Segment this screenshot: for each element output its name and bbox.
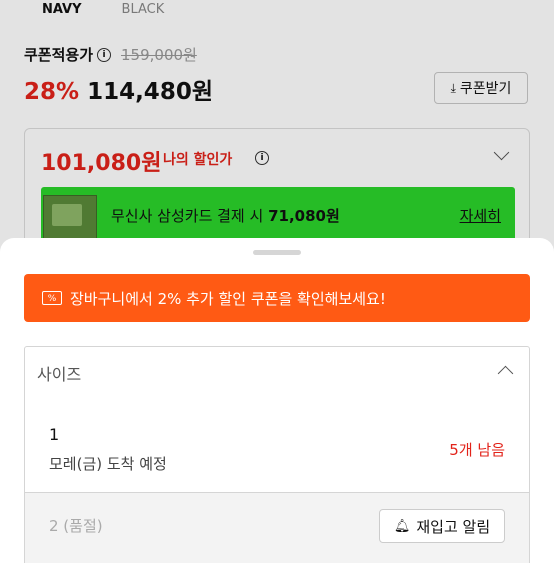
cart-coupon-banner[interactable]: % 장바구니에서 2% 추가 할인 쿠폰을 확인해보세요! — [24, 274, 530, 322]
size-option-1[interactable]: 1 모레(금) 도착 예정 5개 남음 — [24, 395, 530, 493]
color-tab-navy[interactable]: NAVY — [42, 2, 82, 17]
delivery-estimate: 모레(금) 도착 예정 — [49, 455, 167, 473]
option-bottom-sheet: % 장바구니에서 2% 추가 할인 쿠폰을 확인해보세요! 사이즈 1 모레(금… — [0, 238, 554, 563]
price-row: 28% 114,480원 — [24, 72, 213, 106]
stock-remaining: 5개 남음 — [449, 441, 505, 459]
card-benefit-text: 무신사 삼성카드 결제 시 71,080원 — [111, 205, 340, 226]
info-icon[interactable]: i — [97, 47, 112, 62]
size-option-name: 1 — [49, 425, 60, 444]
cart-coupon-text: 장바구니에서 2% 추가 할인 쿠폰을 확인해보세요! — [70, 289, 386, 308]
size-option-2: 2 (품절) 🔔︎ 재입고 알림 — [24, 493, 530, 563]
card-benefit-prefix: 무신사 삼성카드 결제 시 — [111, 207, 264, 225]
info-icon[interactable]: i — [255, 151, 269, 165]
original-price: 159,000원 — [121, 46, 197, 64]
restock-alert-label: 재입고 알림 — [416, 517, 491, 536]
restock-alert-button[interactable]: 🔔︎ 재입고 알림 — [379, 509, 505, 543]
coupon-price-row: 쿠폰적용가 i 159,000원 — [24, 44, 197, 65]
sale-price: 114,480원 — [87, 79, 213, 105]
download-icon: ⤓ — [450, 80, 456, 95]
bell-icon: 🔔︎ — [393, 518, 411, 534]
get-coupon-label: 쿠폰받기 — [459, 81, 512, 97]
my-discount-label: 나의 할인가 — [163, 152, 233, 168]
coupon-price-label: 쿠폰적용가 — [24, 46, 94, 64]
card-image — [43, 195, 97, 241]
discount-rate: 28% — [24, 79, 80, 105]
coupon-icon: % — [42, 291, 62, 305]
size-select[interactable]: 사이즈 — [24, 346, 530, 396]
chevron-down-icon[interactable] — [493, 144, 510, 161]
chevron-up-icon[interactable] — [497, 365, 514, 382]
color-tabs: NAVY BLACK — [42, 2, 164, 17]
size-select-label: 사이즈 — [37, 365, 82, 384]
sheet-drag-handle[interactable] — [253, 250, 301, 255]
size-option-name: 2 (품절) — [49, 517, 103, 535]
my-discount-price: 101,080원 — [41, 151, 162, 176]
get-coupon-button[interactable]: ⤓ 쿠폰받기 — [434, 72, 528, 104]
card-detail-link[interactable]: 자세히 — [460, 205, 501, 226]
color-tab-black[interactable]: BLACK — [122, 2, 165, 17]
card-benefit-amount: 71,080원 — [268, 207, 340, 225]
